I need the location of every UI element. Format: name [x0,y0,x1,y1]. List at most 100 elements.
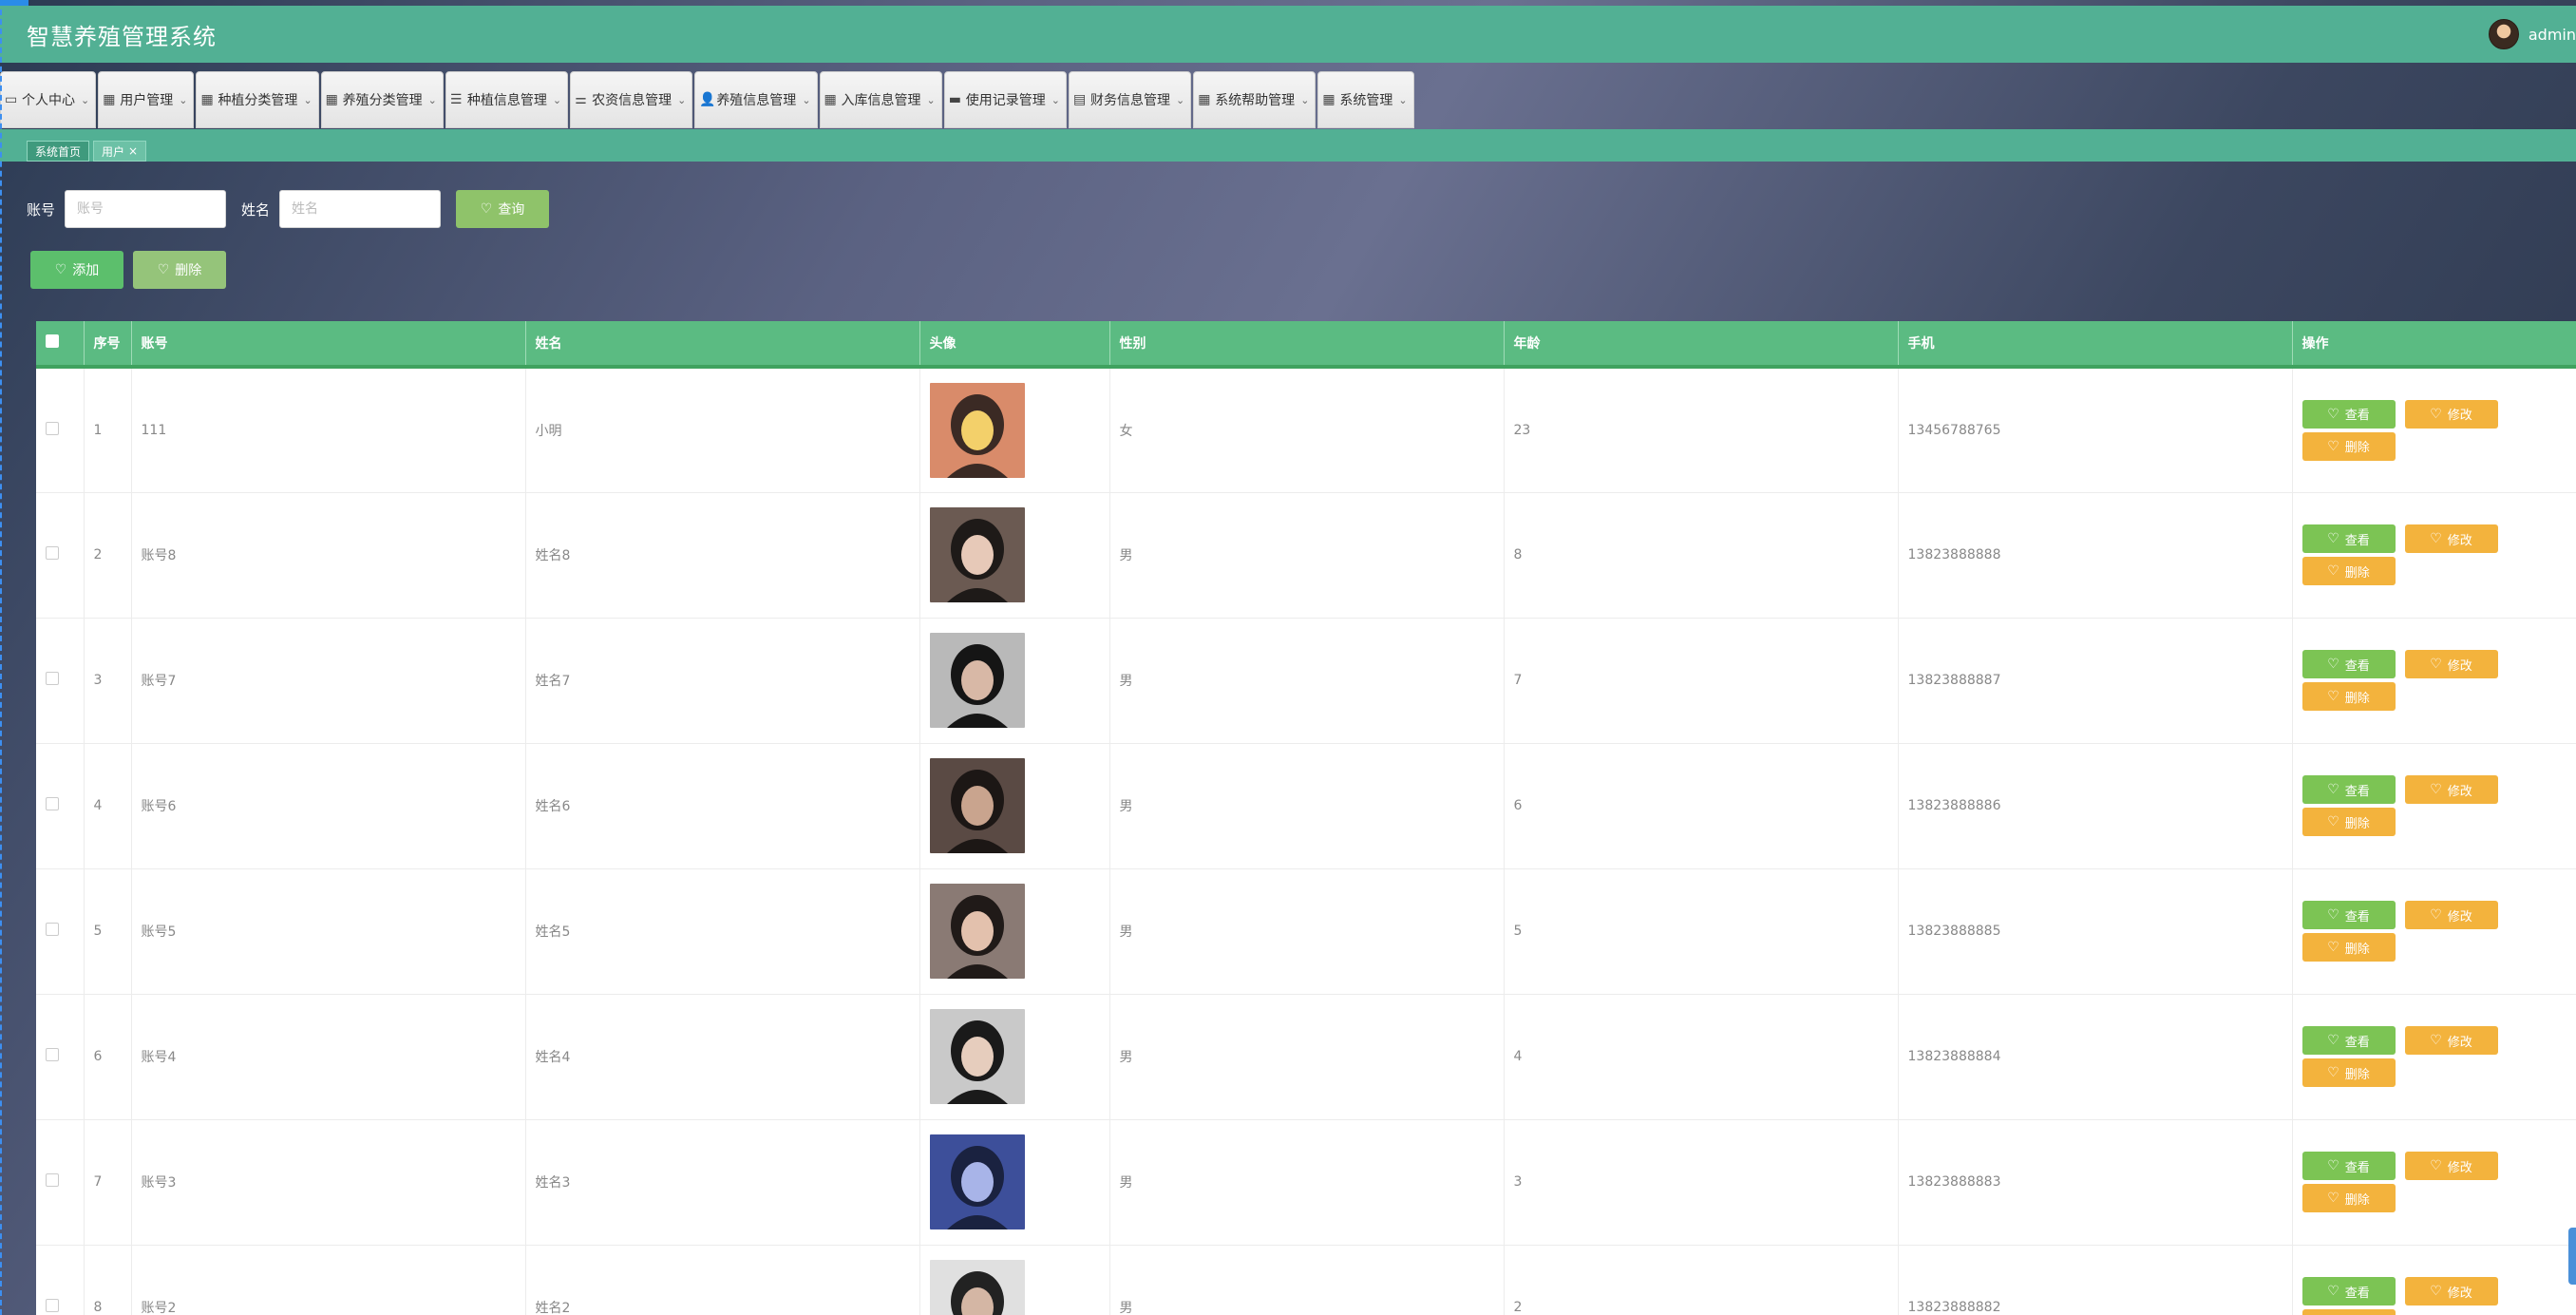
delete-button[interactable]: ♡删除 [2301,682,2396,711]
select-all-checkbox[interactable] [46,334,59,348]
cell-gender: 男 [1109,743,1505,868]
edit-button[interactable]: ♡ 修改 [2404,1026,2498,1055]
batch-delete-button[interactable]: ♡ 删除 [133,251,226,289]
table-row[interactable]: 4 账号6 姓名6 男 6 13823888886 ♡ 查看 ♡ 修改 ♡ 删除 [36,743,2576,868]
menu-item-8[interactable]: ▬ 使用记录管理 ⌄ [943,71,1067,128]
row-checkbox[interactable] [46,421,59,435]
user-photo[interactable] [929,884,1025,979]
menu-item-label: 养殖分类管理 [342,93,423,108]
row-checkbox[interactable] [46,1173,59,1187]
tab-users-label: 用户 [102,144,125,159]
table-row[interactable]: 3 账号7 姓名7 男 7 13823888887 ♡ 查看 ♡ 修改 ♡ 删除 [36,618,2576,743]
menu-item-1[interactable]: ▦ 用户管理 ⌄ [98,71,195,128]
heart-icon: ♡ [2327,531,2339,546]
search-button[interactable]: ♡ 查询 [456,190,550,228]
name-search-input[interactable] [279,190,442,228]
edit-button[interactable]: ♡ 修改 [2404,650,2498,678]
menu-item-3[interactable]: ▦ 养殖分类管理 ⌄ [320,71,444,128]
menu-item-2[interactable]: ▦ 种植分类管理 ⌄ [196,71,319,128]
delete-button-label: 删除 [2344,441,2370,456]
menu-item-6[interactable]: 👤 养殖信息管理 ⌄ [694,71,818,128]
edit-button[interactable]: ♡ 修改 [2404,1152,2498,1180]
delete-button[interactable]: ♡删除 [2301,1309,2396,1315]
delete-button[interactable]: ♡删除 [2301,1184,2396,1212]
view-button[interactable]: ♡ 查看 [2301,524,2396,553]
row-select-cell[interactable] [36,868,85,994]
tab-home-label: 系统首页 [35,144,82,159]
cell-avatar [919,743,1110,868]
user-photo[interactable] [929,1260,1025,1315]
table-row[interactable]: 6 账号4 姓名4 男 4 13823888884 ♡ 查看 ♡ 修改 ♡ 删除 [36,994,2576,1119]
user-photo[interactable] [929,1134,1025,1229]
view-button[interactable]: ♡ 查看 [2301,1152,2396,1180]
menu-item-5[interactable]: ⚌ 农资信息管理 ⌄ [570,71,693,128]
cell-age: 2 [1504,1245,1899,1315]
chevron-down-icon: ⌄ [1175,93,1185,106]
row-checkbox[interactable] [46,672,59,685]
user-photo[interactable] [929,507,1025,602]
edit-button[interactable]: ♡ 修改 [2404,775,2498,804]
menu-item-7[interactable]: ▦ 入库信息管理 ⌄ [819,71,942,128]
row-select-cell[interactable] [36,743,85,868]
user-photo[interactable] [929,633,1025,728]
scrollbar-handle[interactable] [2568,1228,2576,1285]
menu-item-10[interactable]: ▦ 系统帮助管理 ⌄ [1193,71,1316,128]
edit-button-label: 修改 [2447,409,2472,424]
cell-avatar [919,868,1110,994]
user-name[interactable]: admin [2529,26,2576,44]
delete-button[interactable]: ♡删除 [2301,431,2396,461]
view-button[interactable]: ♡ 查看 [2301,1277,2396,1305]
user-menu[interactable]: admin [2488,6,2576,63]
row-select-cell[interactable] [36,1245,85,1315]
table-row[interactable]: 7 账号3 姓名3 男 3 13823888883 ♡ 查看 ♡ 修改 ♡ 删除 [36,1119,2576,1245]
user-photo[interactable] [929,758,1025,853]
edit-button[interactable]: ♡ 修改 [2404,524,2498,553]
user-photo[interactable] [929,382,1025,478]
row-checkbox[interactable] [46,923,59,936]
edit-button[interactable]: ♡ 修改 [2404,1277,2498,1305]
delete-button[interactable]: ♡删除 [2301,808,2396,836]
row-select-cell[interactable] [36,492,85,618]
row-checkbox[interactable] [46,546,59,560]
table-header-row: 序号 账号 姓名 头像 性别 年龄 手机 操作 [36,321,2576,367]
view-button[interactable]: ♡ 查看 [2301,1026,2396,1055]
cell-actions: ♡查看 ♡修改 ♡删除 [2292,1245,2576,1315]
menu-item-4[interactable]: ☰ 种植信息管理 ⌄ [445,71,569,128]
menu-item-9[interactable]: ▤ 财务信息管理 ⌄ [1068,71,1192,128]
row-checkbox[interactable] [46,1048,59,1061]
add-button[interactable]: ♡ 添加 [30,251,123,289]
menu-item-0[interactable]: ▭ 个人中心 ⌄ [0,71,97,128]
chat-icon: ▬ [948,92,961,107]
cell-actions: ♡查看 ♡修改 ♡删除 [2292,367,2576,492]
heart-icon: ♡ [2430,1033,2442,1048]
cell-actions: ♡查看 ♡修改 ♡删除 [2292,868,2576,994]
view-button[interactable]: ♡ 查看 [2301,775,2396,804]
view-button[interactable]: ♡ 查看 [2301,650,2396,678]
edit-button[interactable]: ♡ 修改 [2404,399,2498,429]
select-all-cell[interactable] [36,321,85,367]
table-row[interactable]: 2 账号8 姓名8 男 8 13823888888 ♡ 查看 ♡ 修改 ♡ 删除 [36,492,2576,618]
menu-item-label: 用户管理 [120,93,174,108]
view-button[interactable]: ♡ 查看 [2301,399,2396,429]
close-icon[interactable]: × [128,144,138,158]
tab-users[interactable]: 用户 × [93,141,147,162]
view-button[interactable]: ♡ 查看 [2301,901,2396,929]
menu-item-11[interactable]: ▦ 系统管理 ⌄ [1317,71,1414,128]
row-checkbox[interactable] [46,1299,59,1312]
row-select-cell[interactable] [36,1119,85,1245]
row-checkbox[interactable] [46,797,59,810]
delete-button[interactable]: ♡删除 [2301,1058,2396,1087]
user-avatar[interactable] [2488,19,2519,49]
edit-button[interactable]: ♡ 修改 [2404,901,2498,929]
delete-button[interactable]: ♡删除 [2301,557,2396,585]
user-photo[interactable] [929,1009,1025,1104]
row-select-cell[interactable] [36,618,85,743]
account-search-input[interactable] [65,190,227,228]
row-select-cell[interactable] [36,994,85,1119]
row-select-cell[interactable] [36,367,85,492]
table-row[interactable]: 1 111 小明女 23 13456788765 ♡ 查看 ♡ 修改 ♡ 删除 [36,367,2576,492]
tab-home[interactable]: 系统首页 [27,141,90,162]
table-row[interactable]: 8账号2姓名2 男213823888882 ♡ 查看 ♡ 修改 ♡删除 [36,1245,2576,1315]
table-row[interactable]: 5 账号5 姓名5 男 5 13823888885 ♡ 查看 ♡ 修改 ♡ 删除 [36,868,2576,994]
delete-button[interactable]: ♡删除 [2301,933,2396,962]
